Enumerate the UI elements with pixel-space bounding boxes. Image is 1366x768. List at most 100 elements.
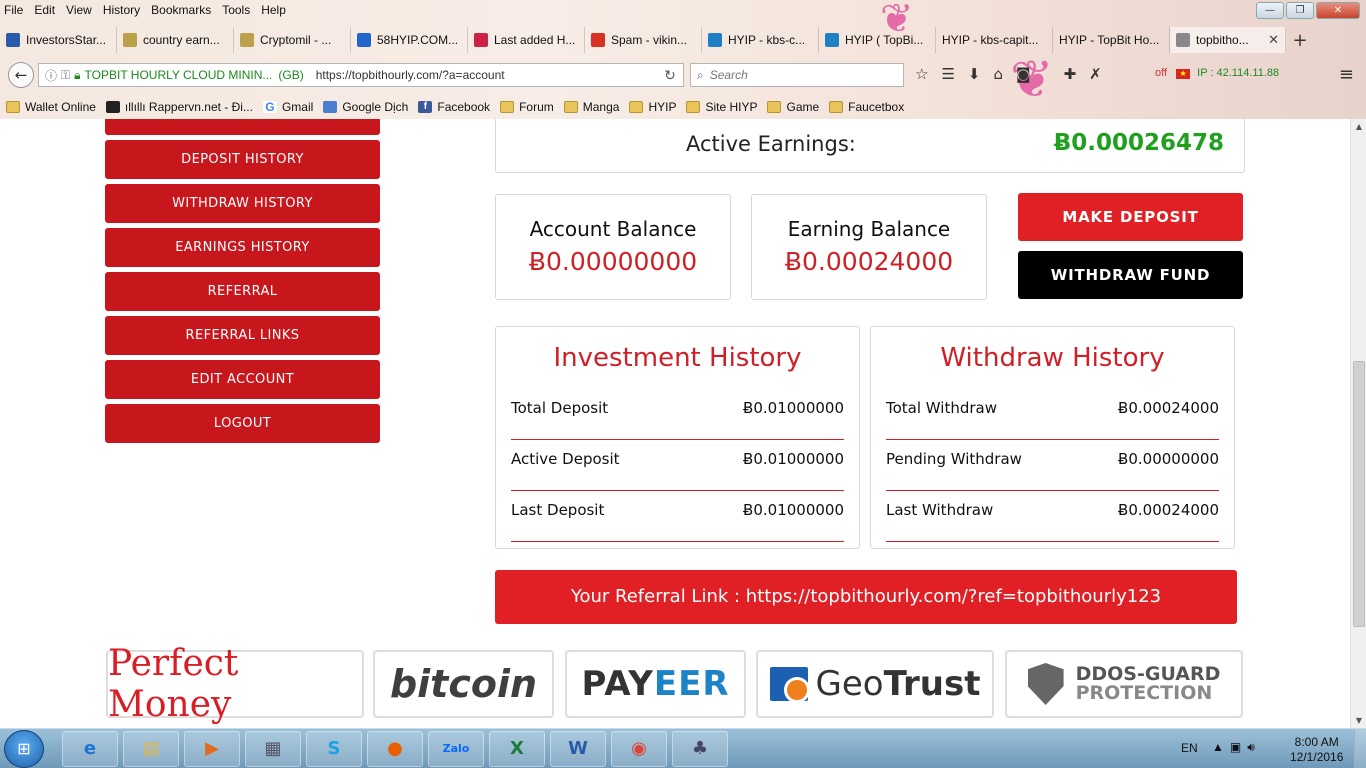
games-icon[interactable]: ♣	[672, 731, 728, 767]
bookmark-item[interactable]: ıllıllı Rappervn.net - Đi...	[105, 100, 253, 114]
volume-icon[interactable]: 🔊︎	[1247, 740, 1261, 754]
close-tab-icon[interactable]: ✕	[1268, 32, 1279, 48]
browser-tab[interactable]: 58HYIP.COM...	[351, 27, 468, 53]
clock[interactable]: 8:00 AM 12/1/2016	[1290, 735, 1343, 768]
menu-help[interactable]: Help	[261, 3, 286, 17]
zalo-icon[interactable]: Zalo	[428, 731, 484, 767]
withdraw-fund-button[interactable]: WITHDRAW FUND	[1018, 251, 1243, 299]
url-text[interactable]: https://topbithourly.com/?a=account	[316, 68, 505, 82]
menu-bookmarks[interactable]: Bookmarks	[151, 3, 211, 17]
browser-tab[interactable]: Spam - vikin...	[585, 27, 702, 53]
perfect-money-text: Perfect Money	[108, 643, 239, 725]
excel-icon[interactable]: X	[489, 731, 545, 767]
maximize-button[interactable]: ❐	[1286, 2, 1314, 19]
bookmark-item[interactable]: G Gmail	[262, 100, 313, 114]
start-button[interactable]: ⊞	[4, 730, 44, 768]
earning-balance-value: Ƀ0.00024000	[784, 247, 954, 276]
bookmark-item[interactable]: Site HIYP	[686, 100, 757, 114]
tab-label: InvestorsStar...	[26, 33, 107, 47]
reading-list-icon[interactable]: ☰	[941, 65, 954, 83]
flag-icon: ★	[1176, 69, 1191, 79]
browser-tab[interactable]: HYIP - TopBit Ho...	[1053, 27, 1170, 53]
reload-icon[interactable]: ↻	[657, 67, 683, 84]
back-button[interactable]: ←	[8, 62, 34, 88]
sidebar-item-withdraw-history[interactable]: WITHDRAW HISTORY	[105, 184, 380, 223]
tab-label: Spam - vikin...	[611, 33, 688, 47]
menu-view[interactable]: View	[66, 3, 92, 17]
url-bar[interactable]: ⓘ ⚿ 🔒︎ TOPBIT HOURLY CLOUD MININ... (GB)…	[38, 63, 684, 87]
s-circle-icon	[708, 33, 722, 47]
search-input[interactable]: ⌕ Search	[690, 63, 904, 87]
sidebar-item-referral[interactable]: REFERRAL	[105, 272, 380, 311]
sidebar-item-deposit-history[interactable]: DEPOSIT HISTORY	[105, 140, 380, 179]
scroll-up-arrow-icon[interactable]: ▲	[1351, 122, 1366, 131]
bookmark-item[interactable]: f Facebook	[418, 100, 490, 114]
tray-expand-icon[interactable]: ▲	[1212, 740, 1230, 754]
sidebar-item-earnings-history[interactable]: EARNINGS HISTORY	[105, 228, 380, 267]
minimize-button[interactable]: —	[1256, 2, 1284, 19]
browser-tab[interactable]: country earn...	[117, 27, 234, 53]
sidebar-item-referral-links[interactable]: REFERRAL LINKS	[105, 316, 380, 355]
browser-tab[interactable]: Last added H...	[468, 27, 585, 53]
scrollbar-thumb[interactable]	[1353, 361, 1365, 627]
network-icon[interactable]: ▣	[1230, 740, 1247, 754]
bookmark-item[interactable]: Wallet Online	[6, 100, 96, 114]
folder-icon	[686, 101, 701, 113]
menu-history[interactable]: History	[103, 3, 140, 17]
extension-icon[interactable]: ✚	[1064, 65, 1077, 83]
geotrust-text-a: Geo	[815, 664, 884, 704]
media-player-icon[interactable]: ▶	[184, 731, 240, 767]
menu-edit[interactable]: Edit	[34, 3, 55, 17]
word-icon[interactable]: W	[550, 731, 606, 767]
bookmark-item[interactable]: Google Dịch	[323, 100, 408, 114]
star-icon[interactable]: ☆	[915, 65, 928, 83]
bookmark-item[interactable]: Faucetbox	[829, 100, 904, 114]
list-item: Pending Withdraw Ƀ0.00000000	[886, 440, 1219, 491]
page-icon	[1176, 33, 1190, 47]
browser-tab[interactable]: topbitho... ✕	[1170, 27, 1286, 53]
new-tab-button[interactable]: +	[1286, 30, 1314, 51]
bookmark-item[interactable]: Forum	[500, 100, 554, 114]
scroll-down-arrow-icon[interactable]: ▼	[1351, 716, 1366, 725]
show-desktop-button[interactable]	[1354, 729, 1366, 768]
skype-icon[interactable]: S	[306, 731, 362, 767]
browser-tab[interactable]: InvestorsStar...	[0, 27, 117, 53]
x-addon-icon[interactable]: ✗	[1089, 65, 1102, 83]
tab-label: country earn...	[143, 33, 220, 47]
bookmark-label: Google Dịch	[342, 100, 409, 114]
bookmark-item[interactable]: Manga	[563, 100, 619, 114]
menu-tools[interactable]: Tools	[222, 3, 250, 17]
close-window-button[interactable]: ✕	[1316, 2, 1360, 19]
download-icon[interactable]: ⬇	[968, 65, 981, 83]
explorer-icon[interactable]: ▤	[123, 731, 179, 767]
navigation-bar: ← ⓘ ⚿ 🔒︎ TOPBIT HOURLY CLOUD MININ... (G…	[0, 60, 1366, 90]
hamburger-menu-icon[interactable]: ≡	[1339, 64, 1354, 85]
sidebar-item-deposit-list[interactable]: DEPOSIT LIST	[105, 119, 380, 135]
menu-file[interactable]: File	[4, 3, 23, 17]
browser-tab[interactable]: Cryptomil - ...	[234, 27, 351, 53]
bookmark-item[interactable]: HYIP	[629, 100, 676, 114]
pocket-icon[interactable]: ◙	[1016, 65, 1031, 83]
browser-tab[interactable]: HYIP - kbs-c...	[702, 27, 819, 53]
search-placeholder: Search	[709, 68, 748, 82]
sidebar-item-edit-account[interactable]: EDIT ACCOUNT	[105, 360, 380, 399]
back-arrow-icon: ←	[14, 66, 28, 84]
browser-tab[interactable]: HYIP - kbs-capit...	[936, 27, 1053, 53]
home-icon[interactable]: ⌂	[993, 65, 1003, 83]
bookmark-item[interactable]: Game	[767, 100, 819, 114]
info-icon[interactable]: ⓘ	[45, 67, 57, 84]
site-identity[interactable]: TOPBIT HOURLY CLOUD MININ...	[85, 68, 273, 82]
active-earnings-label: Active Earnings:	[686, 132, 856, 156]
browser-tab[interactable]: HYIP ( TopBi...	[819, 27, 936, 53]
firefox-icon[interactable]: ●	[367, 731, 423, 767]
tab-label: HYIP - TopBit Ho...	[1059, 33, 1160, 47]
page-scrollbar[interactable]: ▲ ▼	[1350, 119, 1366, 728]
make-deposit-button[interactable]: MAKE DEPOSIT	[1018, 193, 1243, 241]
chrome-icon[interactable]: ◉	[611, 731, 667, 767]
referral-link-banner[interactable]: Your Referral Link : https://topbithourl…	[495, 570, 1237, 624]
sidebar-item-logout[interactable]: LOGOUT	[105, 404, 380, 443]
a-icon	[474, 33, 488, 47]
language-indicator[interactable]: EN	[1181, 741, 1198, 768]
ie-icon[interactable]: e	[62, 731, 118, 767]
calculator-icon[interactable]: ▦	[245, 731, 301, 767]
